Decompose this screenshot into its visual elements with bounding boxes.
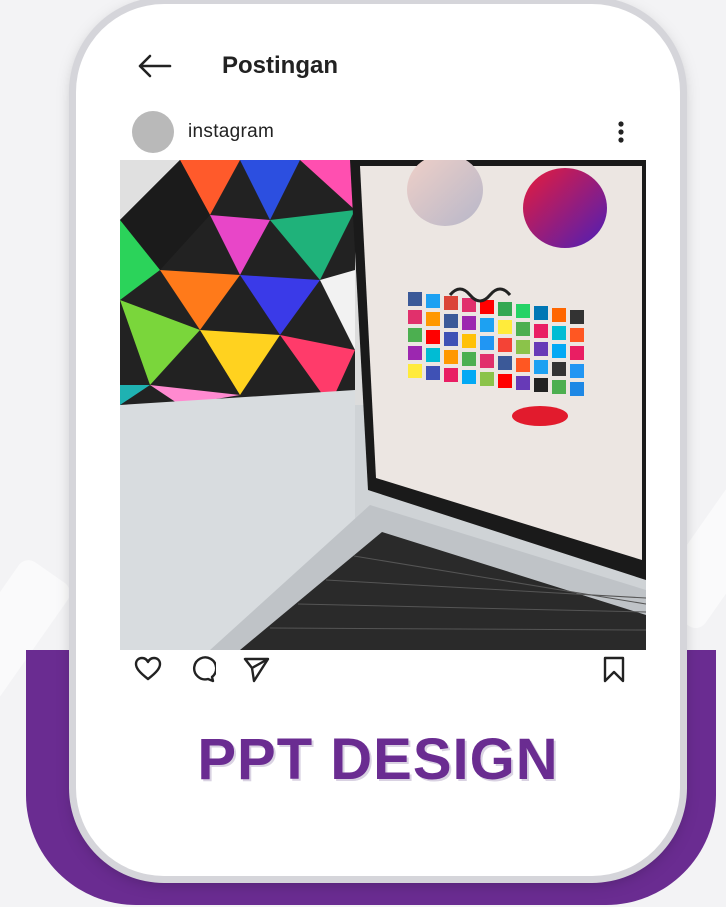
brand-title: PPT DESIGN bbox=[197, 727, 559, 792]
avatar[interactable] bbox=[132, 111, 174, 153]
arrow-left-icon[interactable] bbox=[136, 54, 172, 78]
heart-icon[interactable] bbox=[134, 655, 162, 683]
post-image[interactable] bbox=[120, 160, 646, 650]
page-title: Postingan bbox=[222, 52, 339, 79]
username[interactable]: instagram bbox=[188, 121, 274, 143]
phone-card: Postingan instagram PPT DESIGN bbox=[76, 4, 680, 876]
post-author: instagram bbox=[132, 111, 624, 153]
more-vertical-icon[interactable] bbox=[618, 121, 624, 143]
artwork-panel bbox=[120, 160, 355, 405]
comment-icon[interactable] bbox=[188, 655, 216, 683]
post-actions bbox=[134, 652, 628, 686]
send-icon[interactable] bbox=[242, 655, 270, 683]
bookmark-icon[interactable] bbox=[600, 655, 628, 683]
laptop-photo bbox=[120, 160, 646, 650]
post-header: Postingan bbox=[136, 46, 338, 86]
